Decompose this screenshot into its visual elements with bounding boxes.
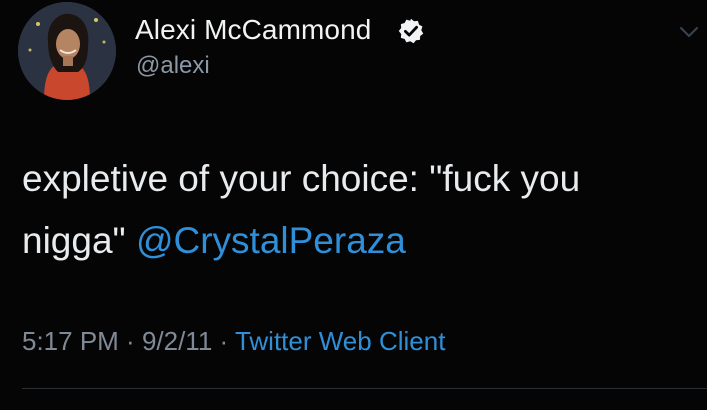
display-name[interactable]: Alexi McCammond [135,14,371,46]
divider [22,388,707,389]
user-handle[interactable]: @alexi [136,52,210,80]
mention-link[interactable]: @CrystalPeraza [136,220,406,261]
meta-separator: · [212,326,235,356]
tweet-time[interactable]: 5:17 PM [22,326,119,356]
tweet-text: expletive of your choice: "fuck you nigg… [22,148,662,272]
meta-separator: · [118,326,142,356]
avatar[interactable] [18,2,116,100]
verified-badge-icon [398,18,424,44]
tweet-date[interactable]: 9/2/11 [142,326,212,356]
tweet-meta: 5:17 PM · 9/2/11 · Twitter Web Client [22,326,445,357]
tweet-source-link[interactable]: Twitter Web Client [235,326,445,356]
chevron-down-icon[interactable] [678,24,700,40]
tweet-card: Alexi McCammond @alexi expletive of your… [0,0,707,410]
avatar-image [18,2,116,100]
